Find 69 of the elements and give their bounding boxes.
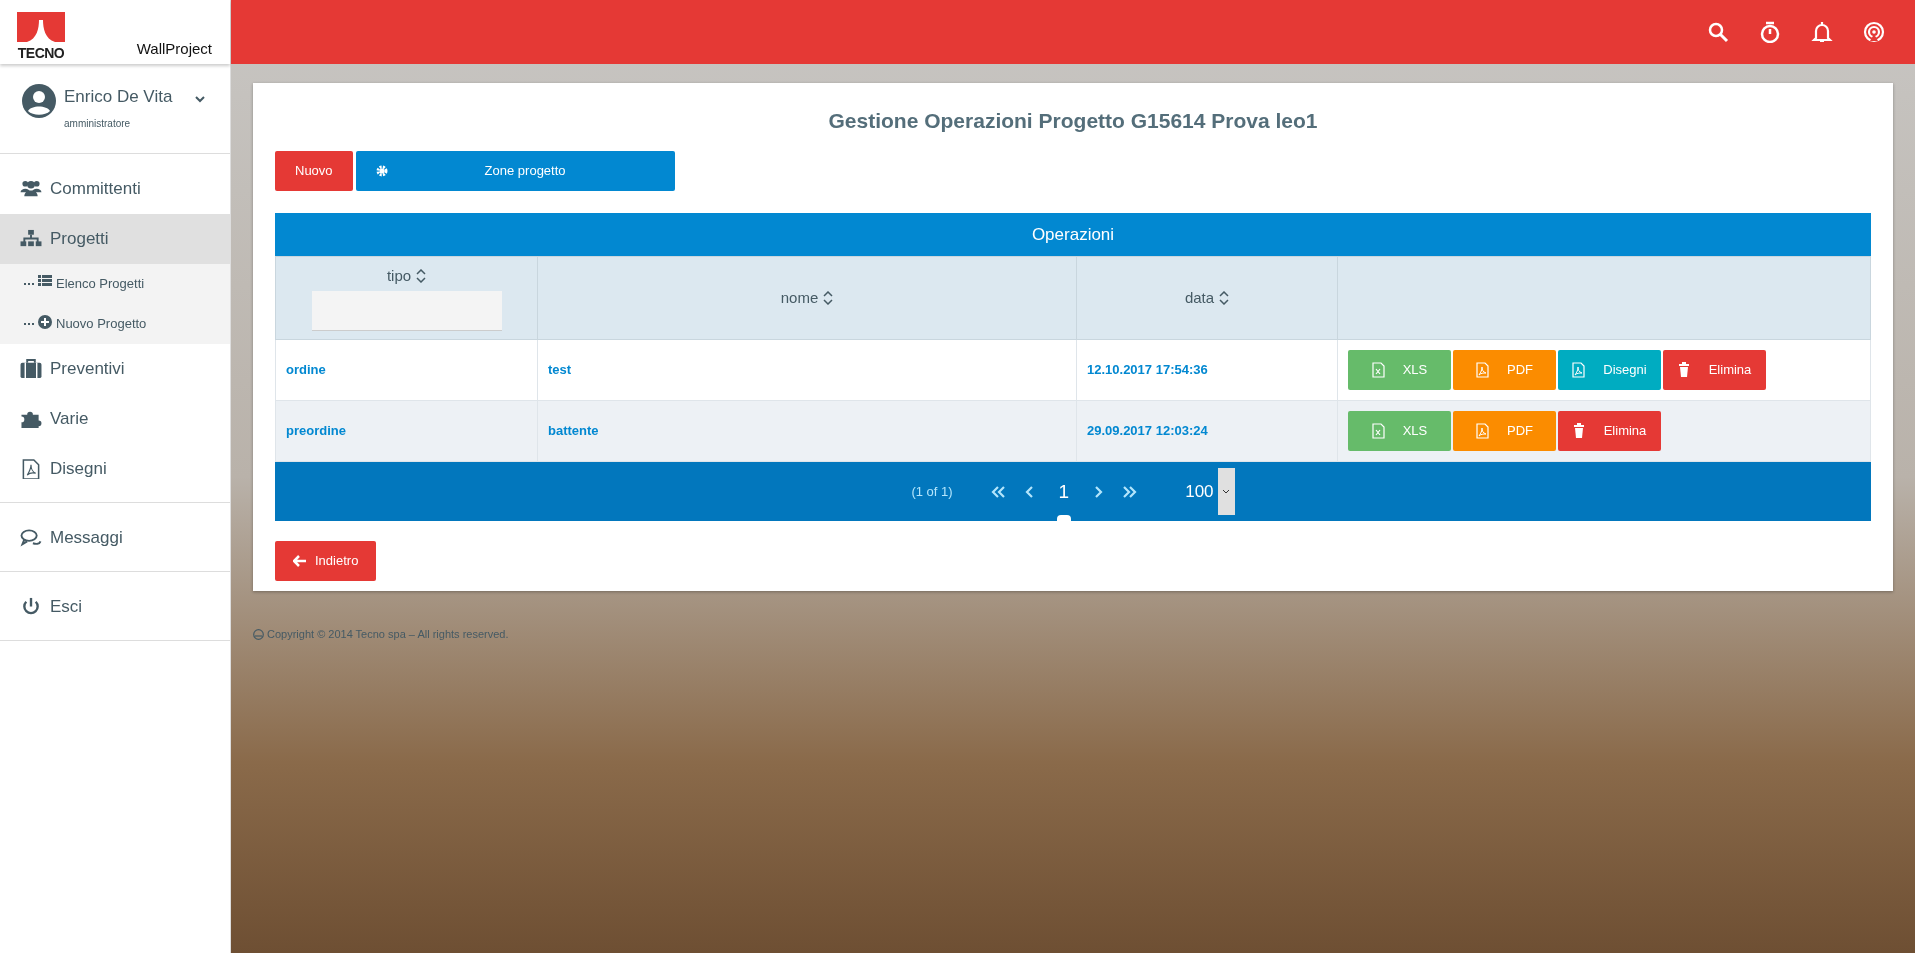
pdf-file-icon: [1572, 362, 1586, 379]
table-cell[interactable]: preordine: [286, 423, 346, 439]
delete-button[interactable]: Elimina: [1663, 350, 1766, 391]
dots-icon: [24, 321, 34, 326]
last-page-icon[interactable]: [1123, 485, 1138, 498]
user-role: amministratore: [64, 116, 132, 131]
sidebar-item[interactable]: Messaggi: [0, 512, 230, 563]
rows-per-page-value[interactable]: 100: [1185, 478, 1218, 505]
page-number[interactable]: 1: [1054, 462, 1074, 522]
table-cell[interactable]: battente: [548, 423, 599, 439]
dots-icon: [24, 281, 34, 286]
avatar-icon: [22, 84, 56, 118]
broadcast-icon[interactable]: [1863, 21, 1885, 43]
hierarchy-icon: [20, 228, 42, 249]
back-button[interactable]: Indietro: [275, 541, 377, 582]
page-summary: (1 of 1): [911, 482, 953, 501]
sidebar-item[interactable]: Progetti: [0, 213, 230, 264]
logo-text: TECNO: [17, 46, 65, 60]
pdf-button[interactable]: PDF: [1453, 350, 1556, 391]
sidebar-item[interactable]: Committenti: [0, 163, 230, 214]
list-icon: [38, 274, 52, 289]
pdf-file-icon: [1476, 362, 1489, 379]
table-cell[interactable]: 12.10.2017 17:54:36: [1087, 362, 1208, 378]
copyright-text: Copyright © 2014 Tecno spa – All rights reserved.: [267, 627, 509, 643]
filter-field[interactable]: [311, 291, 502, 332]
spreadsheet-file-icon: [1371, 362, 1385, 379]
caret-icon[interactable]: [194, 93, 206, 104]
pdf-file-icon: [1476, 423, 1489, 440]
people-icon: [20, 178, 42, 199]
sidebar-item[interactable]: Varie: [0, 393, 230, 444]
submenu-item[interactable]: Elenco Progetti: [0, 263, 230, 304]
caret-icon: [1222, 488, 1231, 495]
app-name: WallProject: [136, 38, 212, 59]
search-icon[interactable]: [1707, 21, 1729, 43]
sidebar-item[interactable]: Preventivi: [0, 343, 230, 394]
drawings-button[interactable]: Disegni: [1558, 350, 1661, 391]
user-name: Enrico De Vita: [64, 86, 173, 108]
power-icon: [20, 596, 42, 617]
sidebar-item[interactable]: Esci: [0, 581, 230, 632]
delete-button[interactable]: Elimina: [1558, 411, 1661, 452]
column-header[interactable]: tipo: [386, 264, 427, 288]
table-cell[interactable]: 29.09.2017 12:03:24: [1087, 423, 1208, 439]
first-page-icon[interactable]: [990, 485, 1005, 498]
spreadsheet-file-icon: [1371, 423, 1385, 440]
table-cell[interactable]: ordine: [286, 362, 326, 378]
xls-button[interactable]: XLS: [1348, 411, 1451, 452]
column-header[interactable]: nome: [780, 286, 834, 310]
new-button[interactable]: Nuovo: [275, 151, 353, 192]
arrow-left-icon: [293, 555, 307, 568]
document-icon: [20, 458, 42, 479]
notifications-icon[interactable]: [1811, 21, 1833, 43]
stopwatch-icon[interactable]: [1759, 21, 1781, 43]
page-title: Gestione Operazioni Progetto G15614 Prova leo1: [827, 108, 1319, 134]
pdf-button[interactable]: PDF: [1453, 411, 1556, 452]
column-header[interactable]: data: [1184, 286, 1230, 310]
submenu-item[interactable]: Nuovo Progetto: [0, 303, 230, 344]
gear-icon: [375, 165, 388, 178]
chat-icon: [20, 527, 42, 548]
copyright-icon: [253, 628, 264, 640]
briefcase-icon: [20, 358, 42, 379]
table-caption: Operazioni: [275, 213, 1871, 257]
xls-button[interactable]: XLS: [1348, 350, 1451, 391]
plus-circle-icon: [38, 314, 52, 329]
trash-icon: [1572, 423, 1586, 440]
sidebar-item[interactable]: Disegni: [0, 443, 230, 494]
table-cell[interactable]: test: [548, 362, 572, 378]
dropdown-toggle[interactable]: [1217, 468, 1235, 516]
trash-icon: [1677, 362, 1691, 379]
zones-button[interactable]: Zone progetto: [355, 151, 675, 192]
